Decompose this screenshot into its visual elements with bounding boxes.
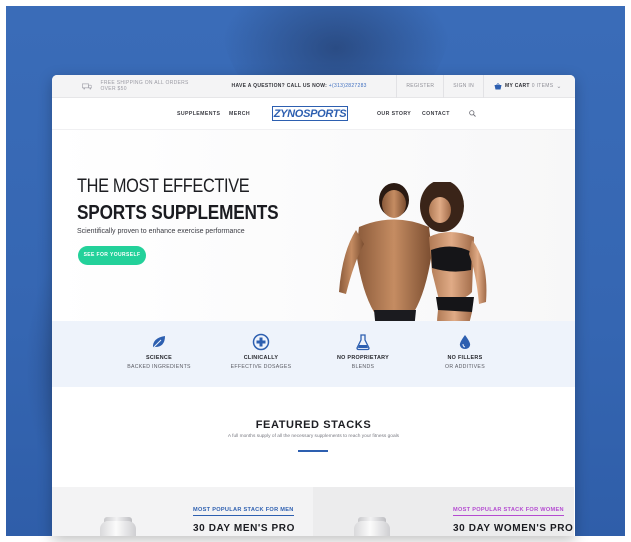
- cart-count: 0 ITEMS: [531, 83, 554, 89]
- main-nav: SUPPLEMENTS MERCH ZYNO SPORTS OUR STORY …: [52, 98, 575, 130]
- logo[interactable]: ZYNO SPORTS: [272, 106, 348, 121]
- hero-title-line2: SPORTS SUPPLEMENTS: [77, 202, 279, 224]
- feature-subtitle: BACKED INGREDIENTS: [127, 364, 191, 370]
- feature-title: CLINICALLY: [243, 355, 279, 361]
- nav-merch[interactable]: MERCH: [229, 98, 250, 130]
- featured-stacks-title: FEATURED STACKS: [255, 419, 372, 431]
- feature-subtitle: BLENDS: [351, 364, 375, 370]
- feature-title: NO PROPRIETARY: [336, 355, 390, 361]
- stack-name[interactable]: 30 DAY WOMEN'S PRO: [453, 523, 573, 534]
- features-strip: SCIENCE BACKED INGREDIENTS CLINICALLY EF…: [52, 321, 575, 387]
- stack-tag: MOST POPULAR STACK FOR WOMEN: [453, 507, 564, 516]
- basket-icon: [494, 82, 502, 89]
- feature-subtitle: EFFECTIVE DOSAGES: [230, 364, 292, 370]
- stack-card-women[interactable]: MOST POPULAR STACK FOR WOMEN 30 DAY WOME…: [313, 487, 574, 536]
- chevron-down-icon: ⌄: [556, 83, 562, 90]
- sign-in-link[interactable]: SIGN IN: [443, 75, 483, 98]
- stack-tag: MOST POPULAR STACK FOR MEN: [193, 507, 294, 516]
- product-bottle: [100, 521, 136, 536]
- shipping-notice: FREE SHIPPING ON ALL ORDERS OVER $50: [52, 80, 202, 92]
- top-bar: FREE SHIPPING ON ALL ORDERS OVER $50 HAV…: [52, 75, 575, 98]
- feature-no-fillers: NO FILLERS OR ADDITIVES: [414, 321, 516, 387]
- see-for-yourself-button[interactable]: SEE FOR YOURSELF: [78, 246, 146, 265]
- feature-title: SCIENCE: [145, 355, 173, 361]
- phone-link[interactable]: +(313)2827283: [329, 83, 367, 89]
- phone-notice: HAVE A QUESTION? CALL US NOW: +(313)2827…: [202, 83, 396, 89]
- hero-title-line1: THE MOST EFFECTIVE: [77, 176, 250, 197]
- nav-contact[interactable]: CONTACT: [422, 98, 450, 130]
- website-preview: FREE SHIPPING ON ALL ORDERS OVER $50 HAV…: [52, 75, 575, 536]
- medical-cross-icon: [252, 333, 270, 351]
- hero-subtitle: Scientifically proven to enhance exercis…: [77, 228, 245, 235]
- cart-button[interactable]: MY CART 0 ITEMS ⌄: [483, 75, 575, 98]
- search-icon[interactable]: [469, 110, 476, 117]
- nav-supplements[interactable]: SUPPLEMENTS: [177, 98, 220, 130]
- drop-icon: [459, 335, 471, 349]
- shipping-text: FREE SHIPPING ON ALL ORDERS OVER $50: [100, 80, 189, 92]
- flask-icon: [356, 334, 370, 351]
- feature-title: NO FILLERS: [447, 355, 483, 361]
- truck-icon: [82, 83, 93, 89]
- title-underline: [298, 450, 328, 452]
- product-bottle: [354, 521, 390, 536]
- stack-name[interactable]: 30 DAY MEN'S PRO: [193, 523, 295, 534]
- question-text: HAVE A QUESTION? CALL US NOW:: [231, 83, 328, 89]
- stack-card-men[interactable]: MOST POPULAR STACK FOR MEN 30 DAY MEN'S …: [52, 487, 313, 536]
- leaf-icon: [152, 336, 165, 349]
- cart-label: MY CART: [505, 83, 530, 89]
- feature-no-proprietary: NO PROPRIETARY BLENDS: [312, 321, 414, 387]
- hero-section: THE MOST EFFECTIVE SPORTS SUPPLEMENTS Sc…: [52, 130, 575, 372]
- logo-text-zyno: ZYNO: [273, 107, 304, 120]
- nav-our-story[interactable]: OUR STORY: [377, 98, 411, 130]
- feature-science: SCIENCE BACKED INGREDIENTS: [108, 321, 210, 387]
- feature-clinically: CLINICALLY EFFECTIVE DOSAGES: [210, 321, 312, 387]
- feature-subtitle: OR ADDITIVES: [445, 364, 485, 370]
- register-link[interactable]: REGISTER: [396, 75, 443, 98]
- logo-text-sports: SPORTS: [303, 107, 347, 120]
- stacks-section: MOST POPULAR STACK FOR MEN 30 DAY MEN'S …: [52, 487, 575, 536]
- featured-stacks-description: A full months supply of all the necessar…: [227, 434, 400, 439]
